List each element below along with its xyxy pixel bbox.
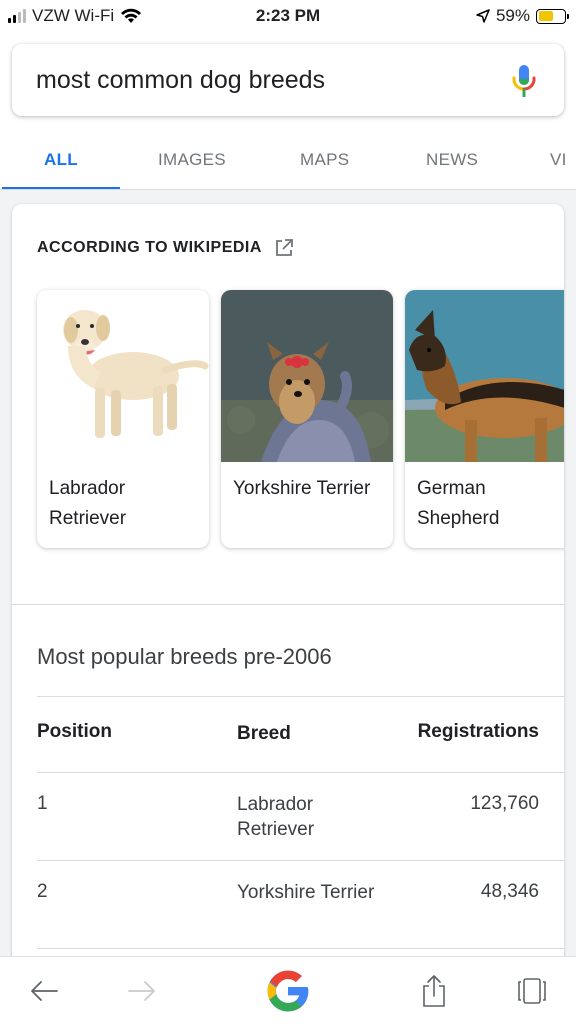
- battery-icon: [536, 8, 569, 24]
- cell-breed: Labrador Retriever: [237, 794, 315, 840]
- forward-button[interactable]: [122, 971, 162, 1011]
- cell-position: 2: [37, 881, 48, 902]
- breed-name: Yorkshire Terrier: [233, 478, 371, 499]
- active-tab-indicator: [2, 187, 120, 189]
- back-arrow-icon: [31, 981, 58, 1001]
- back-button[interactable]: [24, 971, 64, 1011]
- breed-carousel[interactable]: Labrador Retriever Yorkshire Terrier Ger…: [37, 290, 564, 550]
- tab-images[interactable]: IMAGES: [158, 150, 226, 170]
- tab-all[interactable]: ALL: [44, 150, 78, 170]
- source-label: ACCORDING TO WIKIPEDIA: [37, 239, 262, 256]
- header-registrations: Registrations: [417, 721, 539, 742]
- google-logo: [267, 970, 309, 1012]
- tab-maps[interactable]: MAPS: [300, 150, 349, 170]
- open-external-icon[interactable]: [274, 238, 294, 258]
- battery-level: [538, 11, 554, 21]
- share-icon: [423, 975, 445, 1007]
- breed-name: German Shepherd: [417, 478, 500, 529]
- german-shepherd-image: [405, 290, 564, 462]
- cell-position: 1: [37, 793, 48, 814]
- labrador-image: [37, 290, 209, 462]
- search-tabs: ALL IMAGES MAPS NEWS VI: [0, 136, 576, 190]
- status-bar: VZW Wi-Fi 2:23 PM 59%: [0, 0, 576, 34]
- cell-breed: Yorkshire Terrier: [237, 882, 375, 903]
- tabs-icon: [518, 978, 546, 1004]
- cell-registrations: 48,346: [480, 881, 539, 902]
- cell-registrations: 123,760: [470, 793, 539, 814]
- knowledge-card: ACCORDING TO WIKIPEDIA Labrador Retrieve…: [12, 204, 564, 1004]
- yorkshire-image: [221, 290, 393, 462]
- breed-card-german-shepherd[interactable]: German Shepherd: [405, 290, 564, 548]
- google-home-button[interactable]: [262, 965, 314, 1017]
- breed-card-yorkshire[interactable]: Yorkshire Terrier: [221, 290, 393, 548]
- tab-videos[interactable]: VI: [550, 150, 567, 170]
- table-title: Most popular breeds pre-2006: [37, 644, 332, 669]
- share-button[interactable]: [414, 971, 454, 1011]
- header-breed: Breed: [237, 723, 291, 744]
- header-position: Position: [37, 721, 112, 742]
- table-row: 1 Labrador Retriever 123,760: [37, 772, 564, 860]
- search-header: ALL IMAGES MAPS NEWS VI: [0, 34, 576, 190]
- status-right: 59%: [476, 6, 569, 26]
- breed-card-labrador[interactable]: Labrador Retriever: [37, 290, 209, 548]
- section-divider: [12, 604, 564, 605]
- table-row: 2 Yorkshire Terrier 48,346: [37, 860, 564, 948]
- location-arrow-icon: [476, 9, 490, 23]
- forward-arrow-icon: [128, 981, 155, 1001]
- table-header-row: Position Breed Registrations: [37, 696, 564, 772]
- bottom-toolbar: [0, 956, 576, 1024]
- battery-percent: 59%: [495, 6, 530, 25]
- search-input[interactable]: [36, 65, 496, 95]
- search-box[interactable]: [12, 44, 564, 116]
- tabs-button[interactable]: [512, 971, 552, 1011]
- source-header[interactable]: ACCORDING TO WIKIPEDIA: [37, 238, 294, 258]
- breed-name: Labrador Retriever: [49, 478, 127, 529]
- microphone-icon[interactable]: [510, 64, 538, 100]
- tab-news[interactable]: NEWS: [426, 150, 478, 170]
- breeds-table: Position Breed Registrations 1 Labrador …: [37, 696, 564, 968]
